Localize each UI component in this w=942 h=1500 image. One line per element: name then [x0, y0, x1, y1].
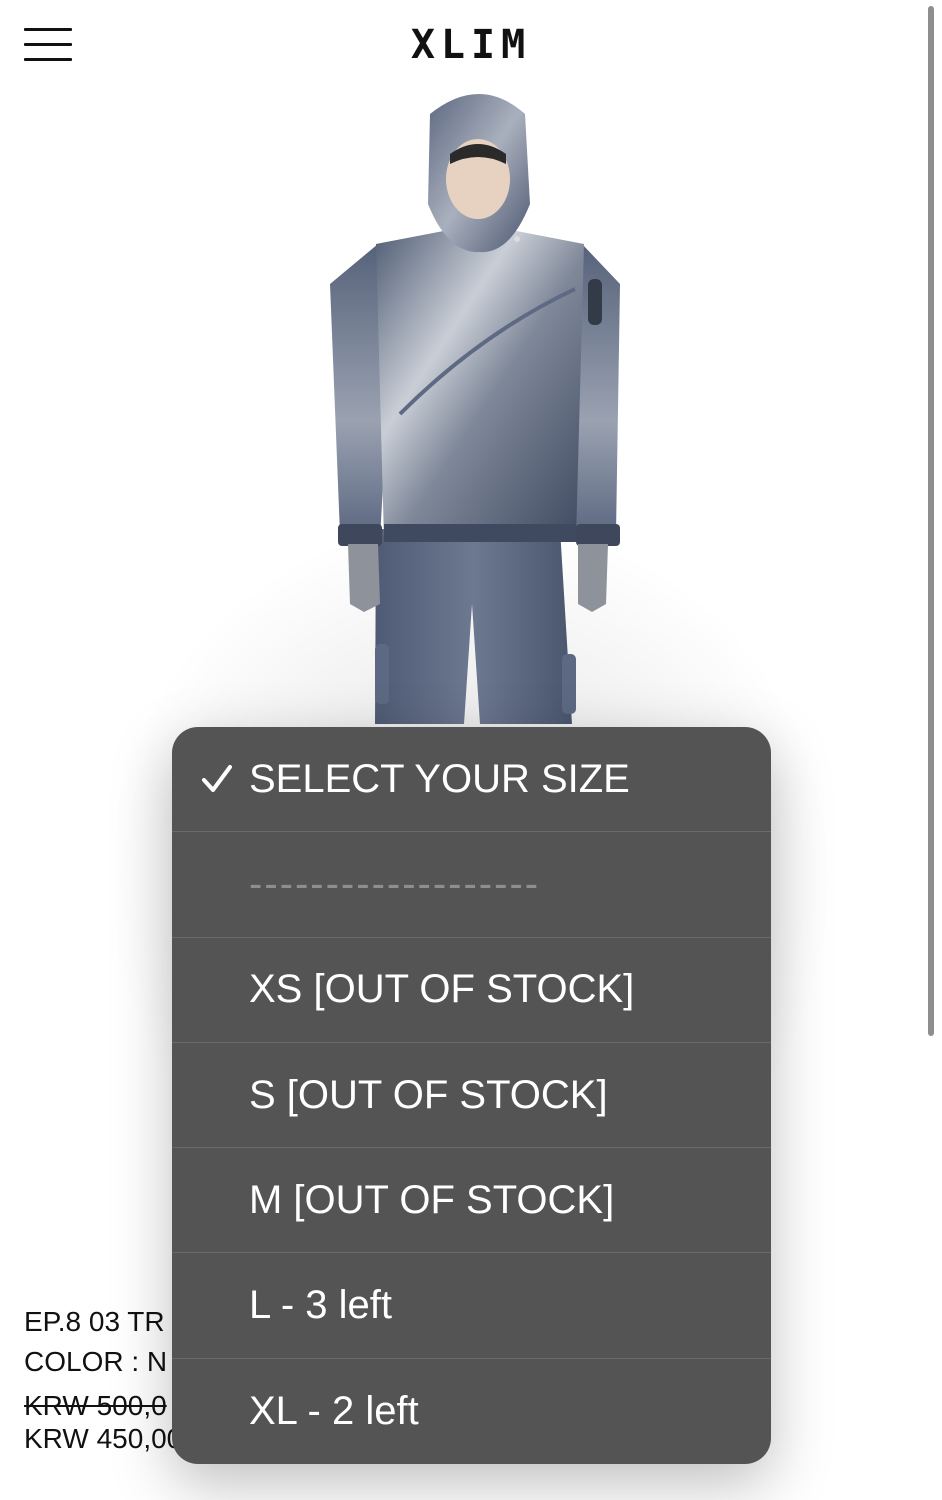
size-option-label: SELECT YOUR SIZE [249, 756, 630, 801]
sale-price: KRW 450,00 [24, 1423, 183, 1454]
page-scrollbar[interactable] [928, 6, 934, 1036]
size-option-label: XL - 2 left [249, 1388, 419, 1433]
size-option-l[interactable]: L - 3 left [172, 1253, 771, 1359]
product-color: COLOR : N [24, 1346, 168, 1377]
size-option-label: S [OUT OF STOCK] [249, 1072, 608, 1117]
size-dropdown[interactable]: SELECT YOUR SIZE ------------------- XS … [172, 727, 771, 1464]
size-option-select-your-size[interactable]: SELECT YOUR SIZE [172, 727, 771, 833]
product-info: EP.8 03 TR COLOR : N KRW 500,0 KRW 450,0… [24, 1302, 182, 1456]
product-title: EP.8 03 TR [24, 1306, 165, 1337]
size-option-label: XS [OUT OF STOCK] [249, 967, 635, 1012]
size-option-label: M [OUT OF STOCK] [249, 1177, 615, 1222]
original-price: KRW 500,0 [24, 1390, 167, 1421]
brand-logo[interactable]: XLIM [0, 22, 942, 68]
size-option-separator: ------------------- [172, 832, 771, 938]
size-option-xl[interactable]: XL - 2 left [172, 1359, 771, 1464]
size-option-xs[interactable]: XS [OUT OF STOCK] [172, 938, 771, 1043]
size-option-s[interactable]: S [OUT OF STOCK] [172, 1043, 771, 1149]
checkmark-icon [202, 765, 232, 793]
product-image [330, 94, 620, 724]
size-option-label: L - 3 left [249, 1283, 393, 1328]
size-option-m[interactable]: M [OUT OF STOCK] [172, 1148, 771, 1254]
size-option-label: ------------------- [249, 861, 541, 906]
